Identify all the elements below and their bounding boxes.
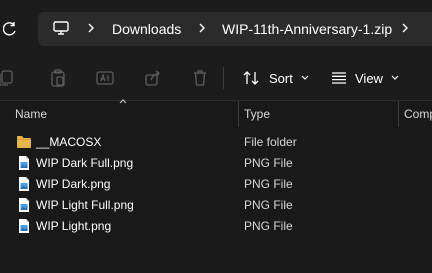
file-type: PNG File: [244, 198, 293, 212]
address-strip: Downloads WIP-11th-Anniversary-1.zip: [0, 0, 432, 56]
file-type: PNG File: [244, 177, 293, 191]
toolbar-separator: [0, 100, 432, 101]
delete-icon[interactable]: [190, 68, 210, 88]
breadcrumb-zip[interactable]: WIP-11th-Anniversary-1.zip: [222, 20, 392, 38]
png-file-icon: [19, 219, 29, 233]
file-name: WIP Light Full.png: [36, 198, 134, 212]
chevron-down-icon: [391, 75, 399, 80]
this-pc-icon[interactable]: [52, 19, 70, 37]
list-item[interactable]: WIP Dark Full.png PNG File: [0, 153, 432, 174]
file-explorer-window: Downloads WIP-11th-Anniversary-1.zip Sor…: [0, 0, 432, 273]
column-resize-handle[interactable]: [398, 101, 399, 127]
sort-icon: [243, 71, 259, 85]
file-type: PNG File: [244, 156, 293, 170]
column-resize-handle[interactable]: [238, 101, 239, 127]
column-header-type[interactable]: Type: [244, 104, 270, 124]
list-item[interactable]: WIP Dark.png PNG File: [0, 174, 432, 195]
chevron-down-icon: [301, 75, 309, 80]
view-label: View: [355, 70, 383, 86]
file-name: WIP Dark.png: [36, 177, 111, 191]
column-header-compressed[interactable]: Comp: [404, 104, 432, 124]
sort-ascending-icon: [119, 99, 127, 104]
file-type: File folder: [244, 135, 297, 149]
sort-button[interactable]: Sort: [243, 66, 309, 90]
list-item[interactable]: WIP Light.png PNG File: [0, 216, 432, 237]
list-item[interactable]: WIP Light Full.png PNG File: [0, 195, 432, 216]
view-button[interactable]: View: [331, 66, 399, 90]
sort-label: Sort: [269, 70, 293, 86]
column-header-name[interactable]: Name: [15, 104, 47, 124]
chevron-right-icon[interactable]: [197, 20, 207, 36]
list-item[interactable]: __MACOSX File folder: [0, 132, 432, 153]
copy-icon[interactable]: [0, 68, 16, 88]
refresh-icon[interactable]: [0, 18, 20, 40]
view-list-icon: [332, 72, 346, 84]
toolbar-divider: [223, 67, 224, 89]
command-bar: Sort View: [0, 56, 432, 100]
share-icon[interactable]: [143, 68, 163, 88]
file-name: __MACOSX: [36, 135, 102, 149]
chevron-right-icon[interactable]: [400, 20, 410, 36]
file-name: WIP Light.png: [36, 219, 112, 233]
breadcrumb-downloads[interactable]: Downloads: [112, 20, 181, 38]
file-name: WIP Dark Full.png: [36, 156, 134, 170]
chevron-right-icon[interactable]: [86, 20, 96, 36]
png-file-icon: [19, 177, 29, 191]
file-type: PNG File: [244, 219, 293, 233]
png-file-icon: [19, 198, 29, 212]
rename-icon[interactable]: [95, 68, 115, 88]
png-file-icon: [19, 156, 29, 170]
paste-icon[interactable]: [48, 68, 68, 88]
folder-icon: [17, 136, 31, 148]
